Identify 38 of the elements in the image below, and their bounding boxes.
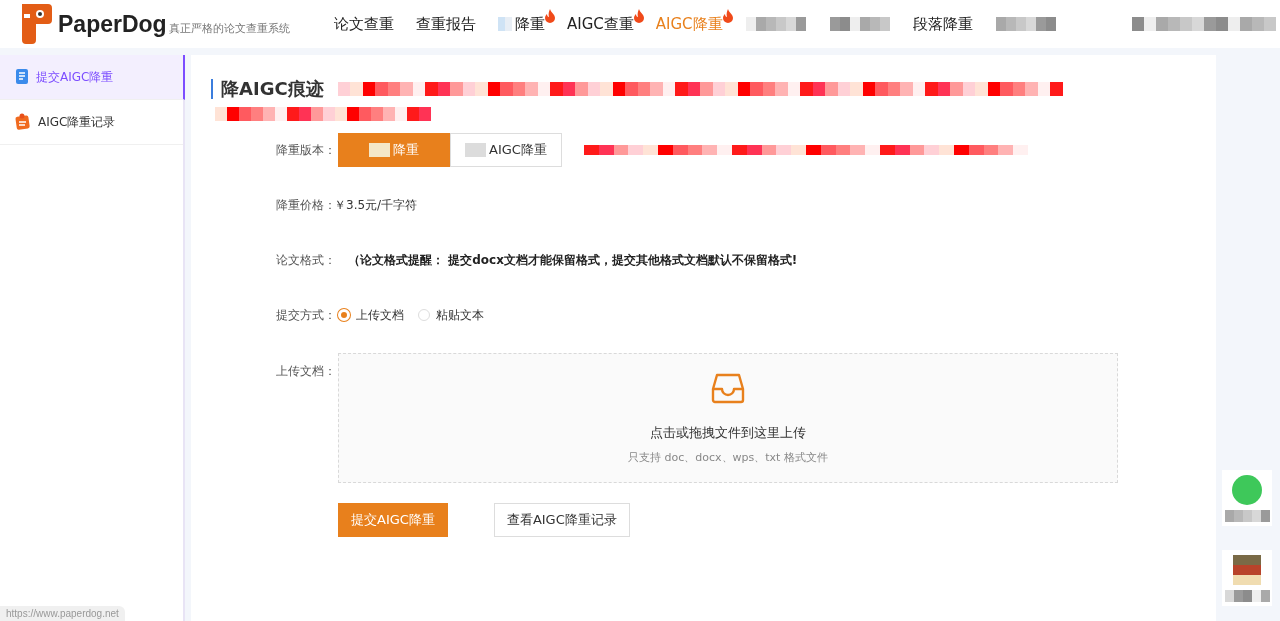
scroll-icon — [14, 68, 30, 86]
radio-label: 粘贴文本 — [436, 306, 484, 324]
inbox-icon — [711, 371, 745, 404]
flame-icon — [721, 8, 734, 23]
version-option[interactable]: AIGC降重 — [450, 133, 562, 167]
status-url: https://www.paperdog.net — [0, 606, 125, 621]
upload-hint: 只支持 doc、docx、wps、txt 格式文件 — [628, 449, 828, 465]
sidebar-item[interactable]: 提交AIGC降重 — [0, 55, 185, 100]
nav-tab[interactable]: 降重 — [489, 8, 554, 40]
upload-dropzone[interactable]: 点击或拖拽文件到这里上传 只支持 doc、docx、wps、txt 格式文件 — [338, 353, 1118, 483]
price-value: ￥3.5元/千字符 — [334, 196, 418, 214]
badge-icon — [1232, 474, 1262, 505]
logo-text[interactable]: PaperDog — [58, 10, 167, 38]
sidebar-item[interactable]: AIGC降重记录 — [0, 100, 183, 145]
notes-icon — [14, 113, 32, 131]
field-label: 提交方式： — [276, 306, 337, 324]
nav-tab[interactable]: 查重报告 — [407, 8, 485, 40]
flame-icon — [632, 8, 645, 23]
slogan: 真正严格的论文查重系统 — [168, 20, 290, 36]
field-label: 论文格式： — [276, 251, 337, 269]
format-notice: （论文格式提醒： 提交docx文档才能保留格式，提交其他格式文档默认不保留格式! — [348, 251, 798, 269]
flame-icon — [544, 8, 556, 23]
pixelated-widget[interactable] — [1222, 470, 1272, 526]
radio-option[interactable]: 粘贴文本 — [418, 306, 484, 324]
nav-tab[interactable]: 段落降重 — [903, 8, 982, 40]
pixelated-widget[interactable] — [1222, 550, 1272, 606]
radio-label: 上传文档 — [356, 306, 404, 324]
upload-prompt: 点击或拖拽文件到这里上传 — [650, 423, 806, 442]
pixelated-user-area[interactable] — [1132, 17, 1276, 31]
nav-tab[interactable]: AIGC查重 — [558, 8, 643, 40]
records-button[interactable]: 查看AIGC降重记录 — [493, 503, 630, 537]
pixelated-image-icon — [1233, 554, 1261, 585]
field-label: 降重版本： — [276, 141, 337, 159]
radio-option[interactable]: 上传文档 — [338, 306, 404, 324]
field-label: 上传文档： — [276, 363, 337, 380]
field-label: 降重价格： — [276, 196, 337, 214]
page-title: 降AIGC痕迹 — [221, 77, 324, 101]
nav-tab[interactable]: 论文查重 — [325, 8, 403, 40]
